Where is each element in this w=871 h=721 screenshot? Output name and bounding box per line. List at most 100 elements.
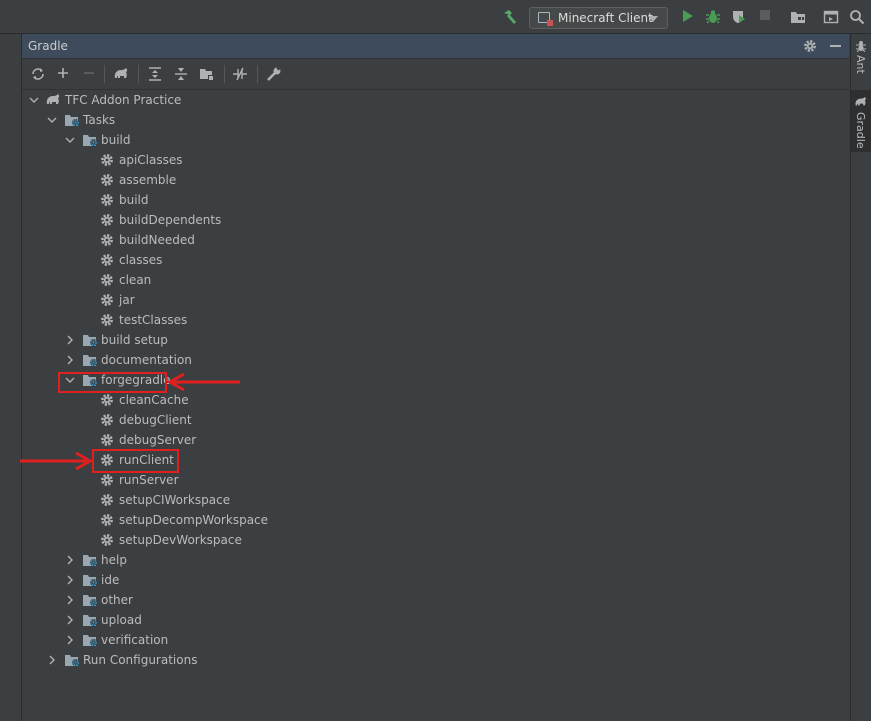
toggle-offline-icon[interactable]: [232, 66, 248, 82]
gear-icon: [101, 394, 113, 406]
reload-icon[interactable]: [30, 66, 46, 82]
gradle-elephant-icon[interactable]: [112, 66, 130, 82]
chevron-right-icon[interactable]: [65, 335, 75, 345]
chevron-right-icon[interactable]: [65, 355, 75, 365]
tree-task-label: debugClient: [119, 413, 192, 427]
tree-node-label: help: [101, 553, 127, 567]
gradle-tree: TFC Addon Practice Tasks build apiClasse…: [22, 90, 849, 721]
gradle-tool-tab[interactable]: Gradle: [851, 90, 871, 152]
chevron-down-icon[interactable]: [29, 95, 39, 105]
chevron-right-icon[interactable]: [65, 595, 75, 605]
tree-node-label: Tasks: [83, 113, 116, 127]
tree-node-build-setup[interactable]: build setup: [22, 330, 849, 350]
tree-root[interactable]: TFC Addon Practice: [22, 90, 849, 110]
arrow-left-icon: [166, 372, 240, 392]
tree-task[interactable]: classes: [22, 250, 849, 270]
gear-icon: [101, 234, 113, 246]
tree-node-verification[interactable]: verification: [22, 630, 849, 650]
presentation-icon[interactable]: [823, 9, 839, 25]
tree-task[interactable]: jar: [22, 290, 849, 310]
ant-tool-tab[interactable]: Ant: [851, 38, 871, 82]
chevron-right-icon[interactable]: [65, 635, 75, 645]
gear-icon: [101, 474, 113, 486]
tree-node-help[interactable]: help: [22, 550, 849, 570]
minimize-icon[interactable]: [830, 45, 841, 47]
tree-task[interactable]: testClasses: [22, 310, 849, 330]
gear-icon: [101, 214, 113, 226]
chevron-right-icon[interactable]: [65, 615, 75, 625]
stop-icon[interactable]: [759, 9, 771, 21]
tree-task[interactable]: build: [22, 190, 849, 210]
gear-icon: [101, 414, 113, 426]
tree-task[interactable]: apiClasses: [22, 150, 849, 170]
tree-task[interactable]: buildNeeded: [22, 230, 849, 250]
tree-task[interactable]: setupDevWorkspace: [22, 530, 849, 550]
gradle-tool-tab-label: Gradle: [854, 112, 867, 149]
tree-node-label: build: [101, 133, 131, 147]
tree-task-label: setupCIWorkspace: [119, 493, 231, 507]
panel-header: Gradle: [22, 34, 849, 59]
gear-icon: [101, 434, 113, 446]
debug-icon[interactable]: [705, 9, 721, 25]
tree-task[interactable]: debugClient: [22, 410, 849, 430]
tree-node-other[interactable]: other: [22, 590, 849, 610]
tree-task[interactable]: setupDecompWorkspace: [22, 510, 849, 530]
toolbar-separator: [257, 65, 258, 83]
arrow-right-icon: [20, 451, 94, 471]
tree-node-label: other: [101, 593, 133, 607]
coverage-icon[interactable]: [731, 9, 747, 25]
toolbar-separator: [104, 65, 105, 83]
gear-icon: [101, 534, 113, 546]
highlight-box-forgegradle: [58, 372, 167, 393]
tree-node-ide[interactable]: ide: [22, 570, 849, 590]
gear-icon: [101, 494, 113, 506]
add-icon[interactable]: [56, 66, 70, 80]
tree-task[interactable]: setupCIWorkspace: [22, 490, 849, 510]
chevron-right-icon[interactable]: [47, 655, 57, 665]
tree-task[interactable]: clean: [22, 270, 849, 290]
collapse-all-icon[interactable]: [174, 66, 188, 82]
tree-task-label: assemble: [119, 173, 177, 187]
tree-task[interactable]: debugServer: [22, 430, 849, 450]
settings-wrench-icon[interactable]: [266, 66, 282, 82]
task-folder-icon: [83, 135, 98, 147]
project-structure-icon[interactable]: [790, 9, 806, 25]
gear-icon: [101, 154, 113, 166]
run-config-label: Minecraft Client: [558, 11, 653, 25]
ant-tool-tab-label: Ant: [854, 55, 867, 74]
tree-node-tasks[interactable]: Tasks: [22, 110, 849, 130]
chevron-right-icon[interactable]: [65, 555, 75, 565]
tree-task[interactable]: cleanCache: [22, 390, 849, 410]
chevron-down-icon[interactable]: [65, 135, 75, 145]
tree-node-run-configurations[interactable]: Run Configurations: [22, 650, 849, 670]
build-hammer-icon[interactable]: [502, 9, 518, 25]
group-modules-icon[interactable]: [199, 66, 215, 82]
task-folder-icon: [83, 335, 98, 347]
tree-task-label: setupDecompWorkspace: [119, 513, 269, 527]
tree-task[interactable]: runServer: [22, 470, 849, 490]
tree-task-label: buildNeeded: [119, 233, 195, 247]
gear-icon: [101, 274, 113, 286]
tree-task[interactable]: buildDependents: [22, 210, 849, 230]
expand-all-icon[interactable]: [148, 66, 162, 82]
tree-node-build[interactable]: build: [22, 130, 849, 150]
gear-icon[interactable]: [803, 39, 817, 53]
tree-task[interactable]: assemble: [22, 170, 849, 190]
task-folder-icon: [83, 355, 98, 367]
remove-icon[interactable]: [82, 66, 96, 80]
run-config-icon: [538, 12, 553, 26]
tree-node-documentation[interactable]: documentation: [22, 350, 849, 370]
run-config-select[interactable]: Minecraft Client: [529, 7, 668, 29]
search-icon[interactable]: [849, 9, 865, 25]
task-folder-icon: [83, 615, 98, 627]
toolbar-separator: [224, 65, 225, 83]
gear-icon: [101, 294, 113, 306]
right-tool-strip: Ant Gradle: [850, 34, 871, 721]
chevron-down-icon[interactable]: [47, 115, 57, 125]
run-icon[interactable]: [681, 9, 695, 23]
tree-node-upload[interactable]: upload: [22, 610, 849, 630]
tree-node-label: Run Configurations: [83, 653, 198, 667]
task-folder-icon: [65, 655, 80, 667]
chevron-right-icon[interactable]: [65, 575, 75, 585]
tree-node-label: ide: [101, 573, 120, 587]
